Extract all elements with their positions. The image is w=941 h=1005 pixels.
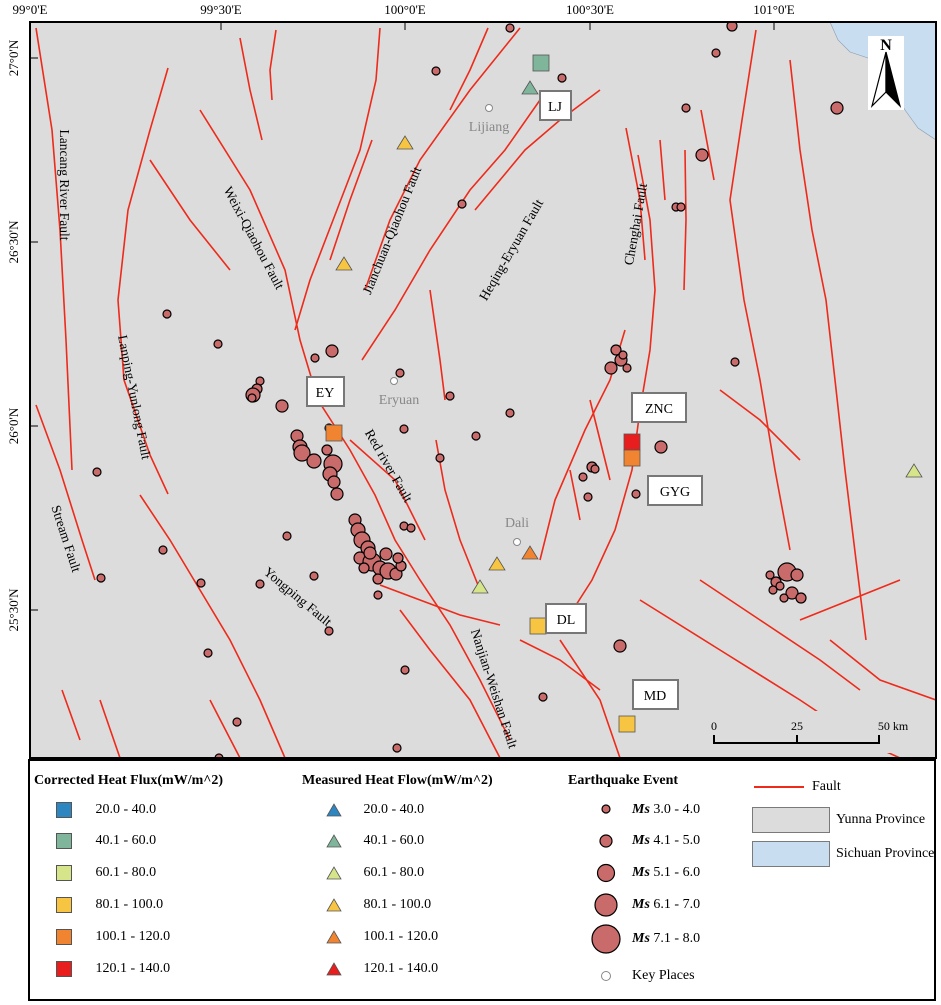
legend-triangle-swatch [326,865,342,880]
legend-corrected-label: 100.1 - 120.0 [95,929,171,945]
place-marker-eryuan [390,377,398,385]
place-marker-lijiang [485,104,493,112]
legend-corrected-item: 60.1 - 80.0 [56,865,156,881]
legend-sichuan-label: Sichuan Province [836,846,935,861]
legend-measured-item: 40.1 - 60.0 [326,833,424,849]
legend-triangle-swatch [326,802,342,817]
legend-corrected-label: 80.1 - 100.0 [95,897,164,913]
legend-triangle-swatch [326,961,342,976]
legend-corrected-item: 80.1 - 100.0 [56,897,163,913]
legend-measured-item: 100.1 - 120.0 [326,929,438,945]
fault-label-lancang: Lancang River Fault [57,130,72,241]
legend-yunnan-swatch [752,807,830,833]
legend-measured-title: Measured Heat Flow(mW/m^2) [302,773,493,788]
legend-square-swatch [56,961,72,977]
legend-corrected-label: 20.0 - 40.0 [95,802,157,818]
legend-measured-item: 80.1 - 100.0 [326,897,431,913]
legend-square-swatch [56,833,72,849]
legend-measured-item: 20.0 - 40.0 [326,802,424,818]
legend-quake-swatches [591,804,621,981]
legend-triangle-swatch [326,897,342,912]
map-canvas[interactable]: Lancang River Fault Lanping-Yunlong Faul… [0,0,941,760]
legend-square-swatch [56,802,72,818]
legend-quake-label: Ms 7.1 - 8.0 [632,931,701,946]
legend-fault-label: Fault [812,779,841,794]
legend: Corrected Heat Flux(mW/m^2) Measured Hea… [28,759,936,1001]
scale-label-0: 0 [711,719,717,733]
legend-measured-label: 60.1 - 80.0 [363,865,425,880]
place-name-eryuan: Eryuan [379,393,419,408]
legend-quake-label: Ms 5.1 - 6.0 [632,865,701,880]
legend-measured-label: 80.1 - 100.0 [363,897,432,912]
legend-measured-label: 20.0 - 40.0 [363,802,425,817]
place-marker-dali [513,538,521,546]
legend-triangle-swatch [326,833,342,848]
legend-triangle-swatch [326,929,342,944]
place-name-lijiang: Lijiang [469,120,509,135]
legend-square-swatch [56,865,72,881]
legend-corrected-label: 120.1 - 140.0 [95,961,171,977]
legend-corrected-item: 40.1 - 60.0 [56,833,156,849]
legend-fault-swatch [754,786,804,788]
legend-yunnan-label: Yunna Province [836,812,926,827]
scale-label-50: 50 km [878,719,909,733]
scale-bar: 0 25 50 km [703,711,909,753]
legend-quake-label: Ms 4.1 - 5.0 [632,833,701,848]
legend-corrected-label: 60.1 - 80.0 [95,865,157,881]
site-label-ey: EY [316,386,335,401]
legend-square-swatch [56,897,72,913]
site-label-znc: ZNC [645,402,673,417]
scale-label-25: 25 [791,719,803,733]
legend-quake-label: Ms 3.0 - 4.0 [632,802,701,817]
legend-measured-label: 100.1 - 120.0 [363,929,439,944]
legend-measured-label: 40.1 - 60.0 [363,833,425,848]
legend-corrected-item: 20.0 - 40.0 [56,802,156,818]
place-name-dali: Dali [505,516,529,531]
north-label: N [880,37,892,54]
legend-quake-label: Ms 6.1 - 7.0 [632,897,701,912]
legend-square-swatch [56,929,72,945]
legend-measured-item: 120.1 - 140.0 [326,961,438,977]
site-label-md: MD [644,689,667,704]
legend-key-places-label: Key Places [632,968,695,983]
legend-measured-item: 60.1 - 80.0 [326,865,424,881]
site-label-gyg: GYG [660,485,690,500]
legend-earthquake-title: Earthquake Event [568,773,679,788]
site-label-lj: LJ [548,100,563,115]
legend-corrected-item: 100.1 - 120.0 [56,929,170,945]
legend-corrected-item: 120.1 - 140.0 [56,961,170,977]
legend-corrected-label: 40.1 - 60.0 [95,833,157,849]
legend-sichuan-swatch [752,841,830,867]
site-label-dl: DL [557,613,576,628]
legend-measured-label: 120.1 - 140.0 [363,961,439,976]
legend-corrected-title: Corrected Heat Flux(mW/m^2) [34,773,224,788]
north-arrow: N [868,36,904,110]
